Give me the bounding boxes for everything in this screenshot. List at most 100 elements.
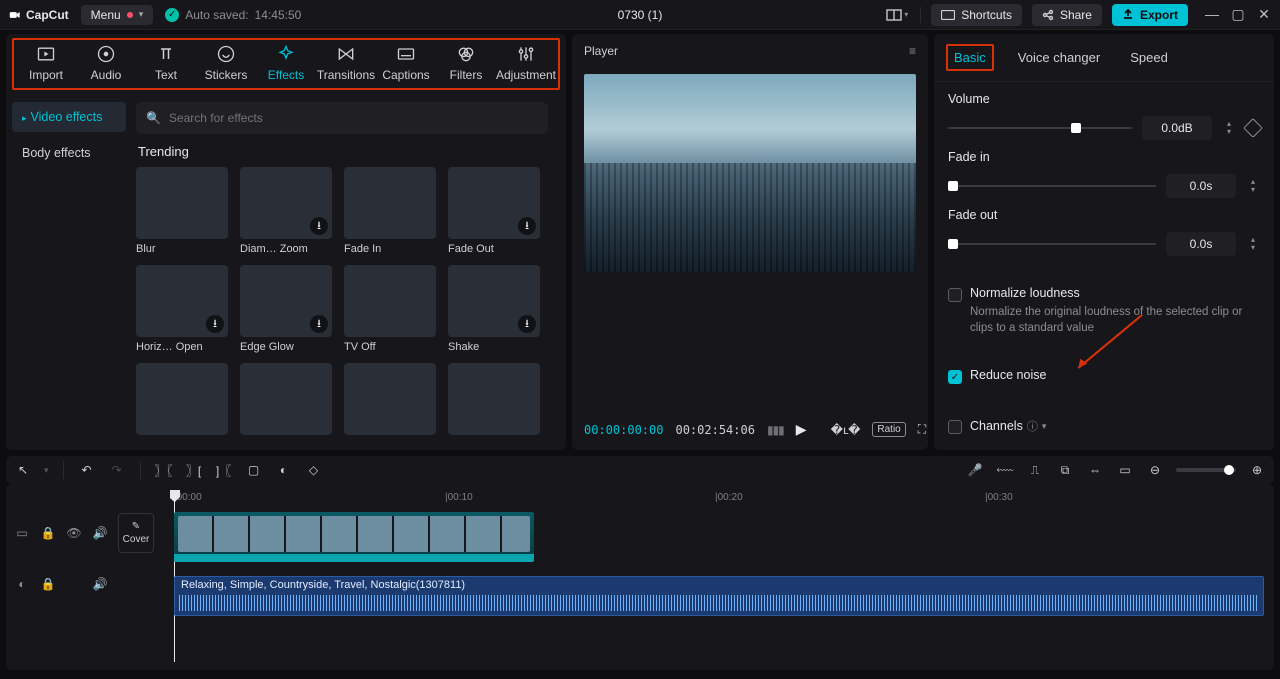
tab-audio[interactable]: Audio [78,44,134,82]
layout-icon[interactable]: ▾ [884,4,910,26]
share-button[interactable]: Share [1032,4,1102,26]
zoom-in-icon[interactable]: ⊕ [1248,461,1266,479]
track-type-icon[interactable]: ▭ [14,526,30,540]
effect-thumb[interactable]: TV Off [344,265,436,353]
trim-left-tool[interactable]: 〗[ [185,461,203,479]
properties-panel: Basic Voice changer Speed Volume 0.0dB ▴… [934,34,1274,450]
mute-icon[interactable]: 🔊 [92,526,108,540]
minimize-button[interactable]: — [1204,6,1220,23]
preview-cut-icon[interactable]: ⇔ [1086,461,1104,479]
side-tab-label: Video effects [31,110,103,124]
reduce-noise-row[interactable]: ✓ Reduce noise [948,368,1260,384]
volume-stepper[interactable]: ▴▾ [1222,116,1236,140]
download-icon[interactable]: ⭳ [206,315,224,333]
compare-icon[interactable]: ▮▮▮ [767,423,784,437]
chevron-down-icon[interactable]: ▾ [1042,421,1047,432]
hamburger-icon[interactable]: ≡ [909,44,916,58]
ratio-button[interactable]: Ratio [872,422,905,437]
close-button[interactable]: ✕ [1256,6,1272,23]
fullscreen-icon[interactable]: ⛶ [918,422,926,437]
audio-clip[interactable]: Relaxing, Simple, Countryside, Travel, N… [174,576,1264,616]
effect-thumb[interactable]: ⭳Fade Out [448,167,540,255]
video-clip[interactable] [174,512,534,562]
crop-tool[interactable]: ◇ [305,461,323,479]
maximize-button[interactable]: ▢ [1230,6,1246,23]
trim-right-tool[interactable]: ]〖 [215,461,233,479]
tab-captions[interactable]: Captions [378,44,434,82]
effect-thumb[interactable] [136,363,228,439]
magnet-icon[interactable]: ⬳ [996,461,1014,479]
tab-voice-changer[interactable]: Voice changer [1012,46,1106,69]
thumb-image: ⭳ [448,167,540,239]
tab-basic[interactable]: Basic [946,44,994,71]
snapshot-icon[interactable]: �ւ� [831,423,861,437]
tab-text[interactable]: Text [138,44,194,82]
volume-slider[interactable] [948,121,1132,135]
download-icon[interactable]: ⭳ [518,217,536,235]
link-align-icon[interactable]: ⎍ [1026,461,1044,479]
normalize-row[interactable]: Normalize loudness Normalize the origina… [948,286,1260,336]
download-icon[interactable]: ⭳ [310,315,328,333]
lock-icon[interactable]: 🔒 [40,577,56,591]
tab-import[interactable]: Import [18,44,74,82]
tab-stickers[interactable]: Stickers [198,44,254,82]
tab-effects[interactable]: Effects [258,44,314,82]
channels-label: Channels [970,419,1023,433]
mic-icon[interactable]: 🎤 [966,461,984,479]
player-viewport[interactable] [584,74,916,272]
effect-thumb[interactable]: Blur [136,167,228,255]
delete-tool[interactable]: ▢ [245,461,263,479]
cover-button[interactable]: ✎ Cover [118,513,154,553]
fade-out-stepper[interactable]: ▴▾ [1246,232,1260,256]
tab-transitions[interactable]: Transitions [318,44,374,82]
export-button[interactable]: Export [1112,4,1188,26]
fade-in-slider[interactable] [948,179,1156,193]
search-effects[interactable]: 🔍 [136,102,548,134]
effect-thumb[interactable]: ⭳Shake [448,265,540,353]
search-input[interactable] [169,111,538,125]
tab-adjustment[interactable]: Adjustment [498,44,554,82]
download-icon[interactable]: ⭳ [310,217,328,235]
effect-thumb[interactable] [344,363,436,439]
redo-button[interactable]: ↷ [108,461,126,479]
channels-row[interactable]: Channels ⓘ ▾ [948,418,1260,434]
split-tool[interactable]: 〗〖 [155,461,173,479]
menu-button[interactable]: Menu ▾ [81,5,154,25]
mirror-tool[interactable]: ◐ [275,461,293,479]
time-ruler[interactable]: |00:00 |00:10 |00:20 |00:30 [170,490,1266,508]
info-icon[interactable]: ⓘ [1027,418,1038,434]
eye-icon[interactable]: 👁 [66,526,82,540]
fade-out-slider[interactable] [948,237,1156,251]
cursor-tool[interactable]: ↖ [14,461,32,479]
shortcuts-button[interactable]: Shortcuts [931,4,1022,26]
tracks-area[interactable]: |00:00 |00:10 |00:20 |00:30 Relaxing, Si… [170,490,1266,662]
normalize-checkbox[interactable] [948,288,962,302]
volume-value[interactable]: 0.0dB [1142,116,1212,140]
fade-in-stepper[interactable]: ▴▾ [1246,174,1260,198]
download-icon[interactable]: ⭳ [518,315,536,333]
sidebar-item-video-effects[interactable]: ▸Video effects [12,102,126,132]
keyframe-icon[interactable] [1243,118,1263,138]
zoom-fit-icon[interactable]: ▭ [1116,461,1134,479]
zoom-out-icon[interactable]: ⊖ [1146,461,1164,479]
effect-thumb[interactable]: ⭳Edge Glow [240,265,332,353]
track-type-icon[interactable]: ◐ [14,577,30,591]
tab-speed[interactable]: Speed [1124,46,1174,69]
fade-in-value[interactable]: 0.0s [1166,174,1236,198]
undo-button[interactable]: ↶ [78,461,96,479]
lock-icon[interactable]: 🔒 [40,526,56,540]
tab-filters[interactable]: Filters [438,44,494,82]
reduce-noise-checkbox[interactable]: ✓ [948,370,962,384]
effect-thumb[interactable]: ⭳Horiz… Open [136,265,228,353]
effect-thumb[interactable]: Fade In [344,167,436,255]
link-icon[interactable]: ⧉ [1056,461,1074,479]
sidebar-item-body-effects[interactable]: Body effects [12,138,126,168]
mute-icon[interactable]: 🔊 [92,577,108,591]
effect-thumb[interactable] [448,363,540,439]
channels-checkbox[interactable] [948,420,962,434]
fade-out-value[interactable]: 0.0s [1166,232,1236,256]
play-button[interactable]: ▶ [796,421,807,438]
zoom-slider[interactable] [1176,468,1236,472]
effect-thumb[interactable] [240,363,332,439]
effect-thumb[interactable]: ⭳Diam… Zoom [240,167,332,255]
